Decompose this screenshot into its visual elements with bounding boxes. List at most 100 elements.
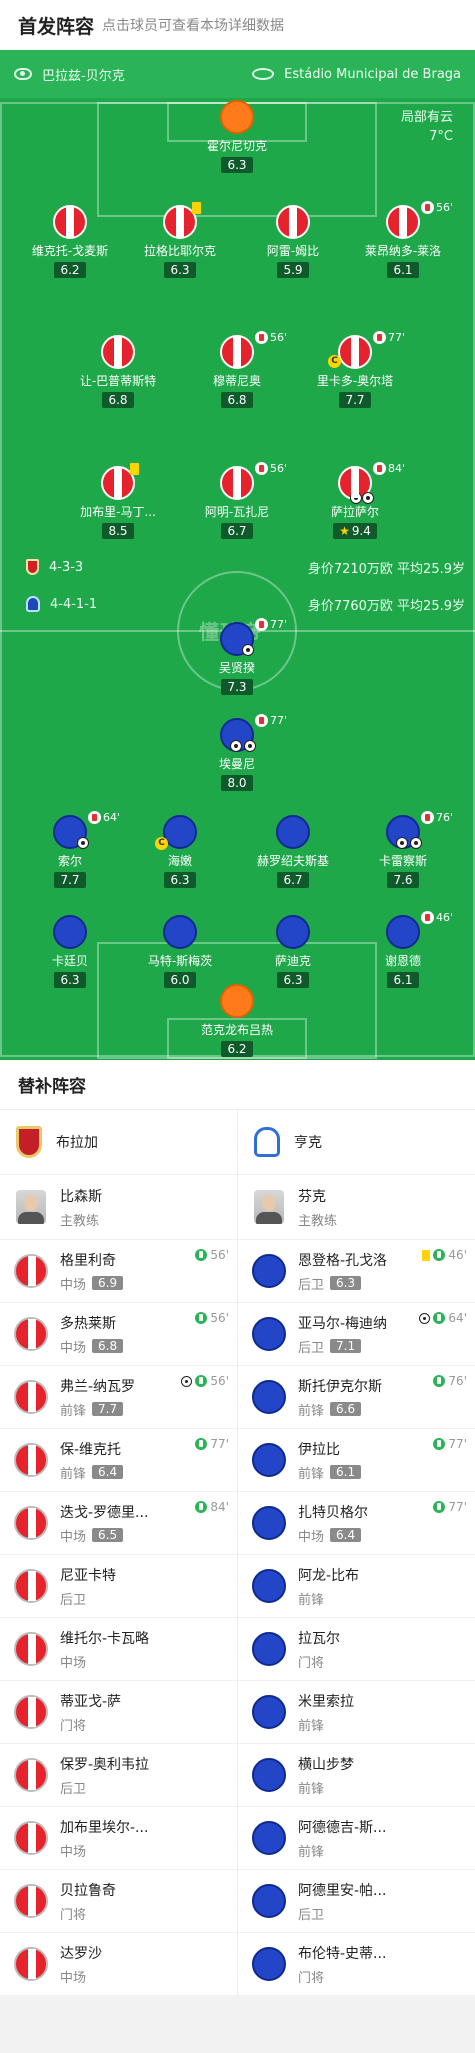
player-away-cb1[interactable]: 马特-斯梅茨 6.0 (120, 915, 240, 988)
player-away-rb[interactable]: 46' 谢恩德 6.1 (343, 911, 463, 988)
home-team-header[interactable]: 布拉加 (0, 1110, 237, 1175)
player-kit (220, 984, 254, 1018)
away-coach[interactable]: 芬克 主教练 (238, 1175, 475, 1240)
sub-player-row[interactable]: 阿龙-比布 前锋 (238, 1555, 475, 1618)
player-home-lb[interactable]: 维克托-戈麦斯 6.2 (10, 205, 130, 278)
sub-player-row[interactable]: 斯托伊克尔斯 前锋 6.6 76' (238, 1366, 475, 1429)
sub-in-minute: 84' (210, 1500, 229, 1514)
sub-in-minute: 56' (210, 1248, 229, 1262)
sub-player-row[interactable]: 格里利奇 中场 6.9 56' (0, 1240, 237, 1303)
player-away-lm[interactable]: 64' 索尔 7.7 (10, 811, 130, 888)
player-home-gk[interactable]: 霍尔尼切克 6.3 (177, 100, 297, 173)
player-kit (252, 1821, 286, 1855)
goal-ball-icon (77, 837, 89, 849)
player-rating: 6.3 (164, 262, 196, 278)
sub-in-marker: 84' (195, 1500, 229, 1514)
sub-player-row[interactable]: 尼亚卡特 后卫 (0, 1555, 237, 1618)
yellow-card-icon (422, 1249, 431, 1261)
home-coach[interactable]: 比森斯 主教练 (0, 1175, 237, 1240)
sub-player-name: 布伦特-史蒂... (298, 1945, 387, 1962)
player-name: 卡雷察斯 (378, 854, 427, 868)
player-away-cb2[interactable]: 萨迪克 6.3 (233, 915, 353, 988)
player-home-cm2[interactable]: 56' 穆蒂尼奥 6.8 (177, 331, 297, 408)
sub-player-row[interactable]: 亚马尔-梅迪纳 后卫 7.1 64' (238, 1303, 475, 1366)
player-home-st[interactable]: 56' 阿明-瓦扎尼 6.7 (177, 462, 297, 539)
sub-player-row[interactable]: 迭戈-罗德里... 中场 6.5 84' (0, 1492, 237, 1555)
player-home-cm3[interactable]: C 77' 里卡多-奥尔塔 7.7 (295, 331, 415, 408)
sub-player-row[interactable]: 达罗沙 中场 (0, 1933, 237, 1996)
player-away-cm1[interactable]: C 海嫩 6.3 (120, 815, 240, 888)
sub-in-minute: 56' (210, 1374, 229, 1388)
sub-player-row[interactable]: 扎特贝格尔 中场 6.4 77' (238, 1492, 475, 1555)
page-title: 首发阵容 (18, 15, 95, 38)
player-kit (53, 915, 87, 949)
home-formation: 4-3-3 (49, 559, 84, 575)
sub-player-position: 中场 (298, 1529, 325, 1545)
sub-in-minute: 46' (448, 1248, 467, 1262)
player-rating: 6.2 (54, 262, 86, 278)
player-kit (252, 1758, 286, 1792)
player-kit (14, 1884, 48, 1918)
sub-player-row[interactable]: 维托尔-卡瓦略 中场 (0, 1618, 237, 1681)
sub-player-row[interactable]: 弗兰-纳瓦罗 前锋 7.7 56' (0, 1366, 237, 1429)
player-name: 穆蒂尼奥 (212, 374, 261, 388)
player-kit (252, 1632, 286, 1666)
player-kit (252, 1947, 286, 1981)
away-team-header[interactable]: 亨克 (238, 1110, 475, 1175)
sub-in-marker: 56' (181, 1374, 229, 1388)
mvp-star-icon: ★ (339, 524, 350, 538)
sub-in-minute: 77' (448, 1500, 467, 1514)
sub-player-row[interactable]: 恩登格-孔戈洛 后卫 6.3 46' (238, 1240, 475, 1303)
player-kit (14, 1254, 48, 1288)
sub-player-position: 前锋 (298, 1718, 325, 1734)
player-away-lb[interactable]: 卡廷贝 6.3 (10, 915, 130, 988)
sub-player-position-row: 前锋 (298, 1778, 354, 1797)
sub-player-position: 中场 (60, 1529, 87, 1545)
player-home-cm1[interactable]: 让-巴普蒂斯特 6.8 (58, 335, 178, 408)
player-home-rb[interactable]: 56' 莱昂纳多-莱洛 6.1 (343, 201, 463, 278)
sub-player-row[interactable]: 多热莱斯 中场 6.8 56' (0, 1303, 237, 1366)
sub-player-row[interactable]: 阿德德吉-斯... 前锋 (238, 1807, 475, 1870)
home-subs-list: 格里利奇 中场 6.9 56' 多热莱斯 中场 6.8 56' 弗兰-纳瓦罗 前锋 7.7 56' 保-… (0, 1240, 237, 1996)
player-away-am[interactable]: 77' 埃曼尼 8.0 (177, 714, 297, 791)
sub-player-row[interactable]: 拉瓦尔 门将 (238, 1618, 475, 1681)
sub-player-position: 前锋 (298, 1466, 325, 1482)
player-kit (252, 1695, 286, 1729)
sub-in-marker: 64' (419, 1311, 467, 1325)
sub-player-row[interactable]: 布伦特-史蒂... 门将 (238, 1933, 475, 1996)
home-formation-row: 4-3-3 身价7210万欧 平均25.9岁 (0, 555, 475, 579)
sub-player-name: 蒂亚戈-萨 (60, 1693, 122, 1710)
sub-player-name: 横山步梦 (298, 1756, 354, 1773)
sub-player-position-row: 前锋 6.4 (60, 1463, 124, 1482)
sub-player-row[interactable]: 米里索拉 前锋 (238, 1681, 475, 1744)
player-name: 拉格比耶尔克 (143, 244, 216, 258)
sub-player-name: 迭戈-罗德里... (60, 1504, 149, 1521)
sub-player-row[interactable]: 蒂亚戈-萨 门将 (0, 1681, 237, 1744)
player-rating: 6.8 (221, 392, 253, 408)
player-name: 海嫩 (167, 854, 192, 868)
player-home-lw[interactable]: 加布里-马丁... 8.5 (58, 463, 178, 539)
player-home-cb2[interactable]: 阿雷-姆比 5.9 (233, 205, 353, 278)
sub-player-row[interactable]: 伊拉比 前锋 6.1 77' (238, 1429, 475, 1492)
player-kit (14, 1380, 48, 1414)
player-away-st[interactable]: 77' 吴贤揆 7.3 (177, 618, 297, 695)
sub-player-row[interactable]: 加布里埃尔-... 中场 (0, 1807, 237, 1870)
sub-out-marker: 76' (421, 811, 453, 824)
sub-player-row[interactable]: 阿德里安-帕... 后卫 (238, 1870, 475, 1933)
sub-player-row[interactable]: 保罗-奥利韦拉 后卫 (0, 1744, 237, 1807)
sub-player-position-row: 中场 6.4 (298, 1526, 368, 1545)
player-away-gk[interactable]: 范克龙布吕热 6.2 (177, 984, 297, 1057)
player-away-cm2[interactable]: 赫罗绍夫斯基 6.7 (233, 815, 353, 888)
player-away-rm[interactable]: 76' 卡雷察斯 7.6 (343, 811, 463, 888)
sub-player-row[interactable]: 贝拉鲁奇 门将 (0, 1870, 237, 1933)
player-name: 赫罗绍夫斯基 (256, 854, 329, 868)
genk-logo-icon (254, 1127, 280, 1157)
player-home-rw[interactable]: 84' 萨拉萨尔 ★ 9.4 (295, 462, 415, 539)
sub-player-row[interactable]: 保-维克托 前锋 6.4 77' (0, 1429, 237, 1492)
player-kit (386, 205, 420, 239)
sub-player-row[interactable]: 横山步梦 前锋 (238, 1744, 475, 1807)
goal-ball-icon (362, 492, 374, 504)
home-team-name: 布拉加 (56, 1135, 98, 1151)
player-rating: 6.1 (387, 262, 419, 278)
player-home-cb1[interactable]: 拉格比耶尔克 6.3 (120, 202, 240, 278)
